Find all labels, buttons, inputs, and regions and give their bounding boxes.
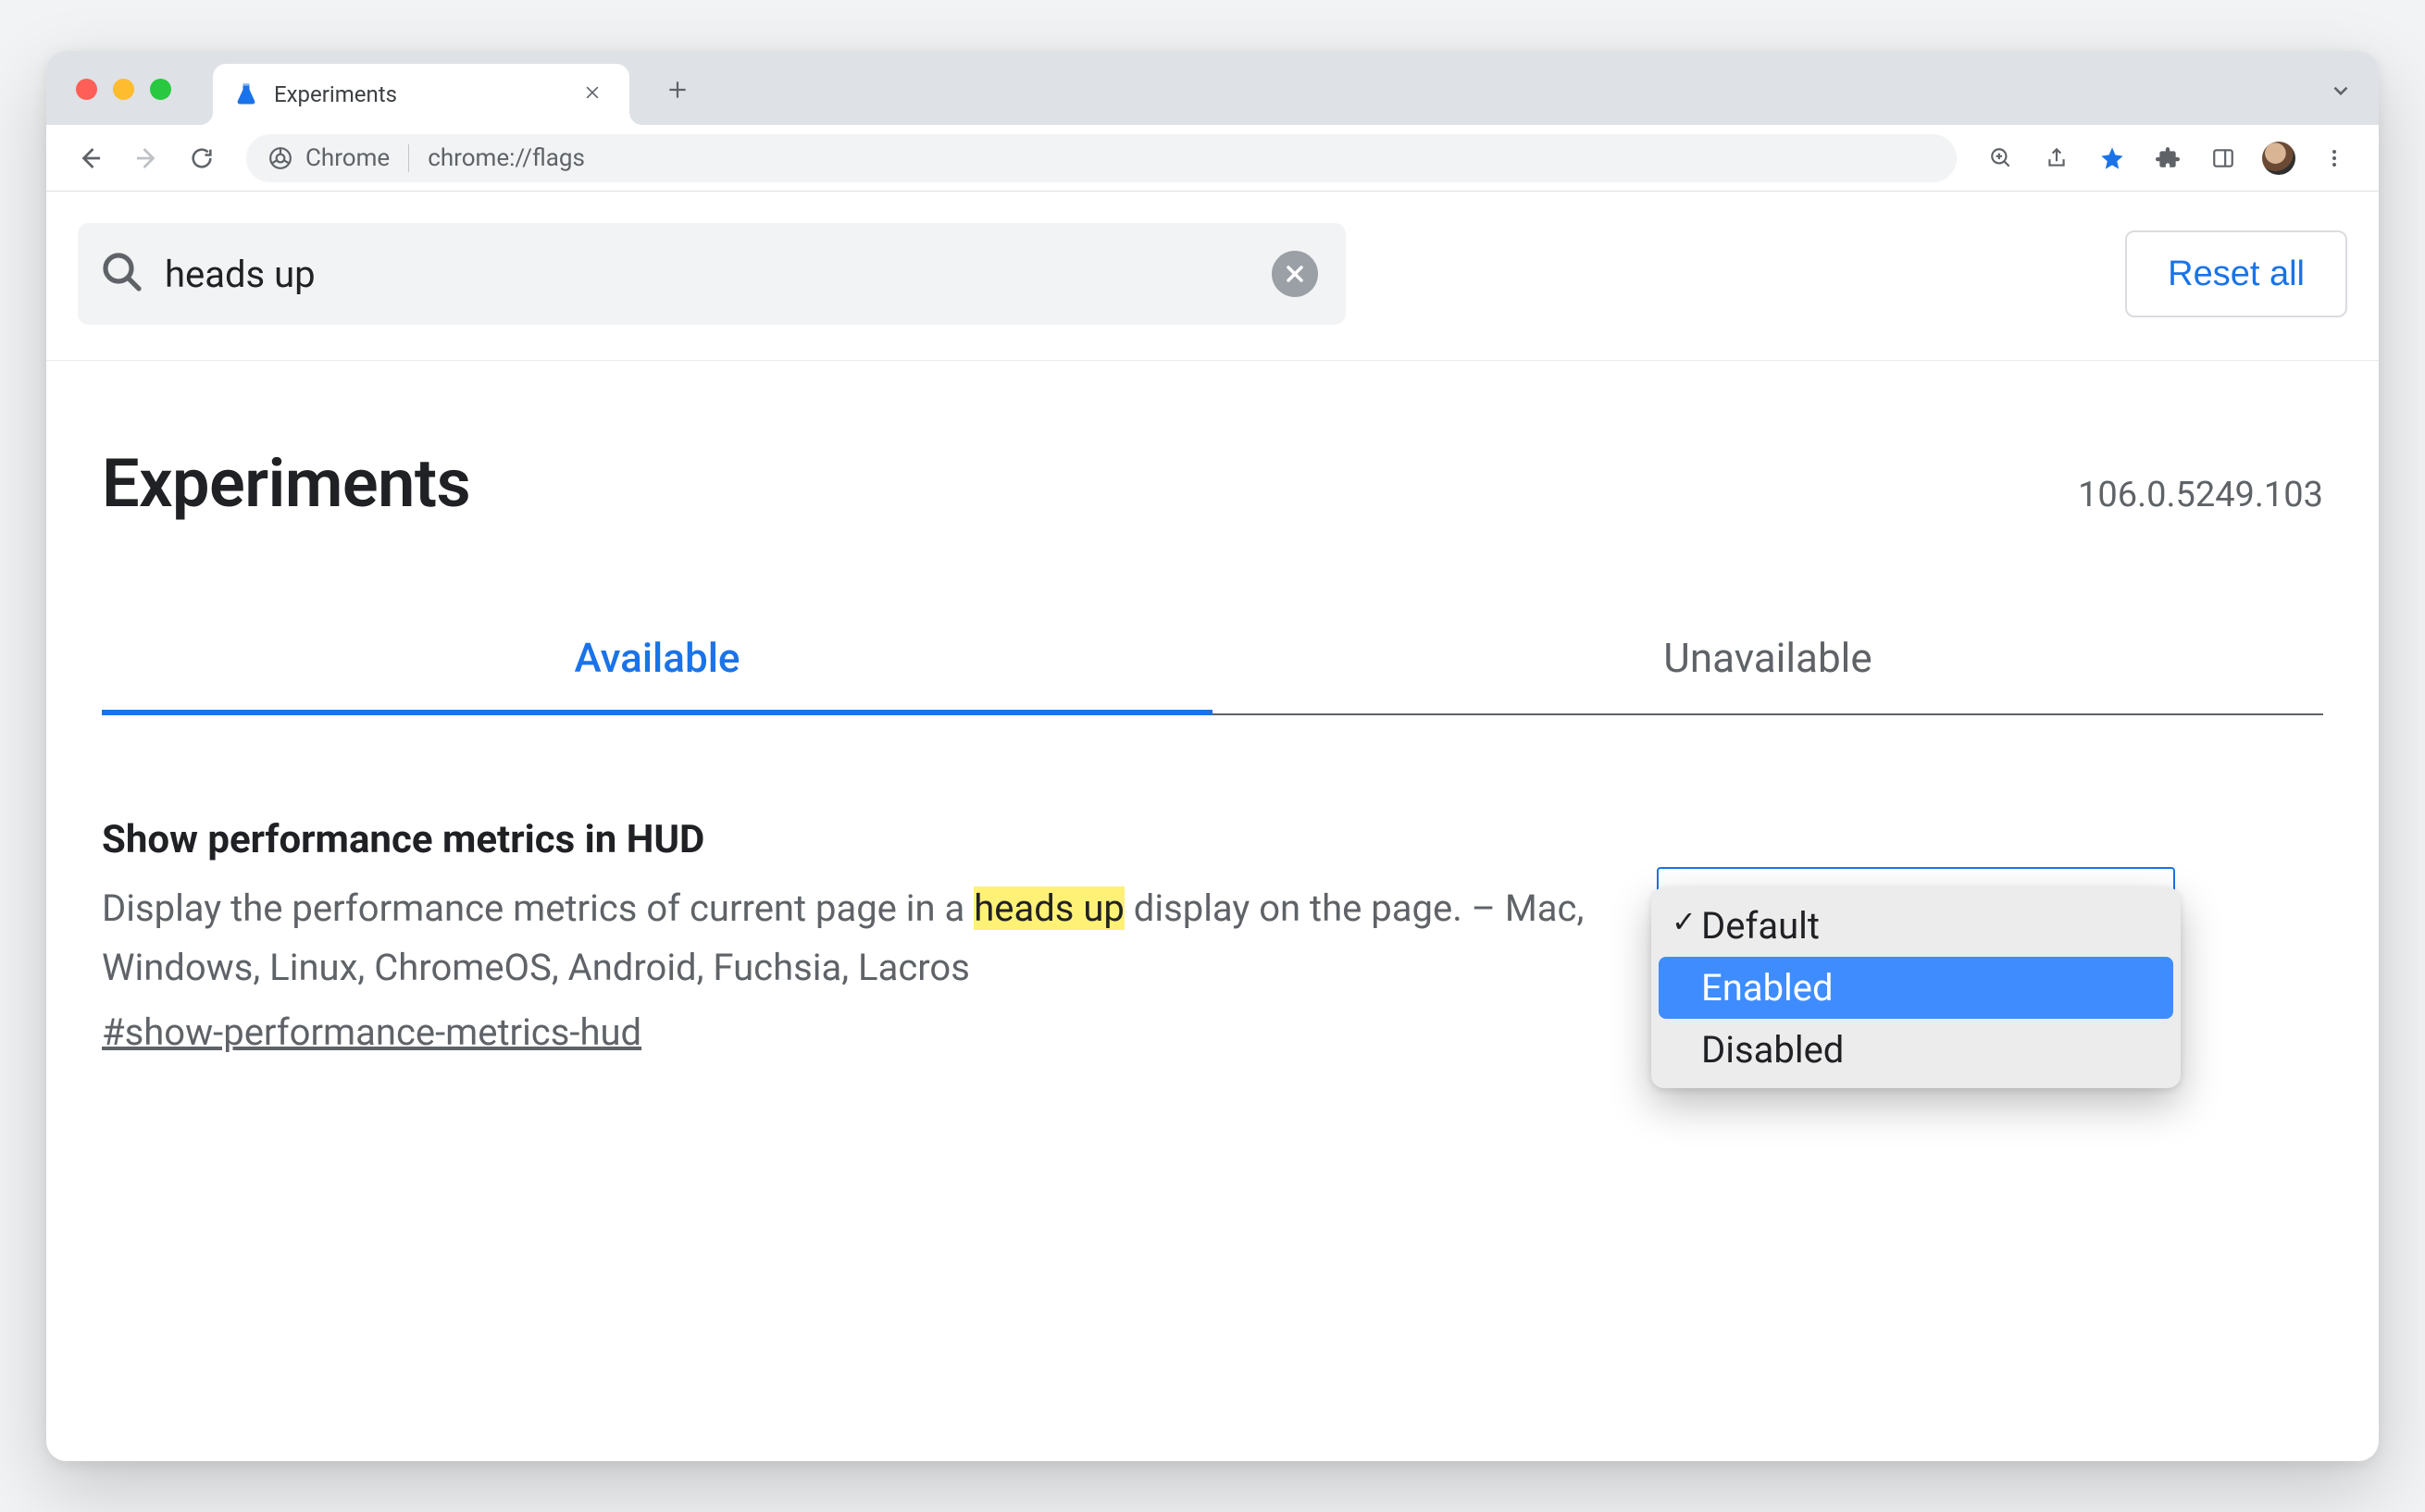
tab-unavailable[interactable]: Unavailable	[1212, 634, 2323, 715]
tabs: Available Unavailable	[102, 634, 2323, 715]
new-tab-button[interactable]	[657, 69, 698, 110]
flag-title: Show performance metrics in HUD	[102, 817, 1601, 862]
flag-item: Show performance metrics in HUD Display …	[46, 715, 2379, 1054]
option-default[interactable]: Default	[1659, 895, 2173, 957]
page-title: Experiments	[102, 444, 470, 523]
toolbar-right	[1979, 136, 2357, 180]
address-bar[interactable]: Chrome chrome://flags	[246, 134, 1957, 182]
tab-list-button[interactable]	[2329, 79, 2353, 106]
bookmark-star-icon[interactable]	[2090, 136, 2134, 180]
browser-tab[interactable]: Experiments	[213, 64, 629, 125]
back-button[interactable]	[68, 136, 113, 180]
omnibox-divider	[408, 144, 409, 172]
tab-close-button[interactable]	[576, 78, 609, 111]
flag-control: Default Enabled Disabled	[1657, 817, 2175, 1054]
flag-text: Show performance metrics in HUD Display …	[102, 817, 1601, 1054]
flag-desc-pre: Display the performance metrics of curre…	[102, 886, 974, 930]
flag-anchor-link[interactable]: #show-performance-metrics-hud	[102, 1010, 641, 1054]
extensions-icon[interactable]	[2145, 136, 2190, 180]
window-minimize-button[interactable]	[113, 79, 134, 100]
chrome-icon	[268, 146, 292, 170]
search-row: Reset all	[46, 192, 2379, 361]
tab-strip: Experiments	[46, 51, 2379, 125]
page-header: Experiments 106.0.5249.103	[46, 361, 2379, 523]
profile-avatar[interactable]	[2257, 136, 2301, 180]
share-icon[interactable]	[2034, 136, 2079, 180]
kebab-menu-icon[interactable]	[2312, 136, 2357, 180]
toolbar: Chrome chrome://flags	[46, 125, 2379, 192]
page-content: Reset all Experiments 106.0.5249.103 Ava…	[46, 192, 2379, 1461]
flag-desc-highlight: heads up	[974, 886, 1125, 930]
search-input[interactable]	[165, 249, 1251, 300]
dropdown-menu: Default Enabled Disabled	[1651, 887, 2181, 1088]
url-text: chrome://flags	[428, 144, 585, 172]
flag-description: Display the performance metrics of curre…	[102, 879, 1601, 998]
reset-all-button[interactable]: Reset all	[2125, 230, 2347, 317]
window-maximize-button[interactable]	[150, 79, 171, 100]
traffic-lights	[76, 79, 171, 100]
flask-icon	[233, 81, 259, 107]
tab-title: Experiments	[274, 81, 561, 107]
option-disabled[interactable]: Disabled	[1659, 1019, 2173, 1081]
tab-available[interactable]: Available	[102, 634, 1212, 715]
zoom-icon[interactable]	[1979, 136, 2023, 180]
side-panel-icon[interactable]	[2201, 136, 2245, 180]
reload-button[interactable]	[180, 136, 224, 180]
clear-search-button[interactable]	[1272, 251, 1318, 297]
url-scheme-label: Chrome	[305, 144, 390, 172]
option-enabled[interactable]: Enabled	[1659, 957, 2173, 1019]
browser-window: Experiments Chrome chrome://fl	[46, 51, 2379, 1461]
version-label: 106.0.5249.103	[2078, 475, 2323, 515]
search-icon	[100, 250, 144, 298]
avatar-image	[2262, 142, 2295, 175]
search-container	[78, 223, 1346, 325]
window-close-button[interactable]	[76, 79, 97, 100]
forward-button[interactable]	[124, 136, 168, 180]
